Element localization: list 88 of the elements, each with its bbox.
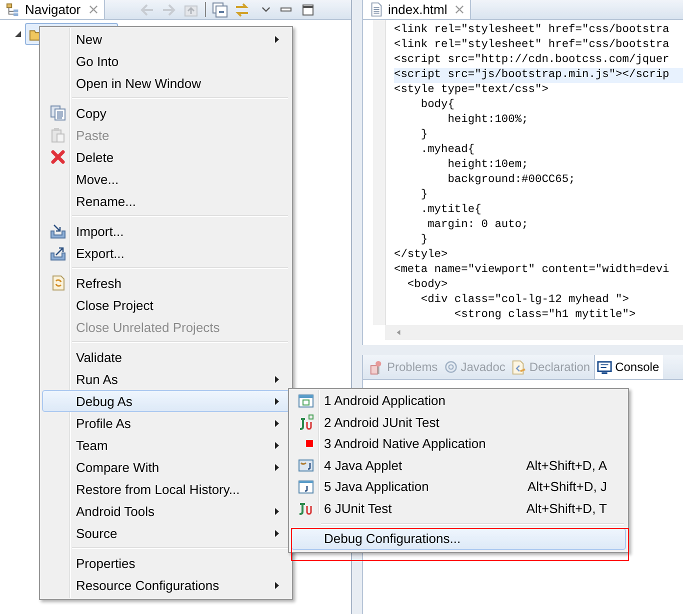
code-line: background:#00CC65; (446, 173, 576, 188)
menu-item[interactable]: Refresh (42, 272, 290, 294)
code-line: height:10em; (446, 158, 530, 173)
menu-item[interactable]: 5 Java Application Alt+Shift+D, J (291, 476, 626, 498)
shortcut-label: Alt+Shift+D, A (526, 458, 607, 473)
menu-item[interactable]: Move... (42, 168, 290, 190)
menu-item[interactable]: Run As (42, 368, 290, 390)
delete-icon (50, 149, 66, 165)
tab-label: Javadoc (460, 360, 506, 374)
code-line: <div class="col-lg-12 myhead "> (420, 293, 630, 308)
document-icon (369, 2, 384, 17)
menu-item[interactable]: Close Project (42, 294, 290, 316)
code-line: <link rel="stylesheet" href="css/bootstra (394, 38, 670, 53)
close-icon[interactable] (88, 5, 98, 14)
menu-item[interactable]: 2 Android JUnit Test (291, 412, 626, 433)
tab-label: index.html (388, 2, 448, 17)
tab-label: Problems (387, 360, 438, 374)
code-line: <style type="text/css"> (394, 83, 550, 98)
tab-label: Declaration (529, 360, 590, 374)
menu-item[interactable]: Debug Configurations... (291, 528, 626, 550)
menu-item[interactable]: Validate (42, 346, 290, 368)
view-tab[interactable]: Console (594, 355, 664, 379)
code-line: <script src="http://cdn.bootcss.com/jquer (394, 53, 670, 68)
menu-item[interactable]: 1 Android Application (291, 390, 626, 412)
menu-item[interactable]: Go Into (42, 50, 290, 72)
menu-item[interactable]: Android Tools (42, 500, 290, 522)
link-editor-icon[interactable] (234, 2, 250, 18)
menu-item[interactable]: Profile As (42, 412, 290, 434)
copy-icon (50, 105, 66, 121)
code-line: .myhead{ (420, 143, 476, 158)
junit-icon (298, 414, 314, 430)
menu-item[interactable]: 4 Java Applet Alt+Shift+D, A (291, 454, 626, 476)
declaration-icon (511, 360, 526, 374)
expand-arrow-icon[interactable] (14, 30, 22, 38)
code-line: </style> (394, 248, 449, 263)
editor-tab[interactable]: index.html (363, 0, 472, 19)
code-line: .mytitle{ (420, 203, 482, 218)
menu-item[interactable]: Source (42, 522, 290, 544)
menu-item[interactable]: Copy (42, 102, 290, 124)
horizontal-scrollbar[interactable] (385, 325, 683, 340)
code-line: body{ (420, 98, 456, 113)
menu-item[interactable]: Delete (42, 146, 290, 168)
applet-icon (298, 457, 314, 474)
code-line: margin: 0 auto; (426, 218, 530, 233)
monitor-icon (597, 360, 612, 374)
code-line: height:100%; (446, 113, 530, 128)
menu-item[interactable]: Rename... (42, 190, 290, 212)
code-line: <strong class="h1 mytitle"> (453, 308, 637, 323)
code-line: } (420, 128, 429, 143)
import-icon (50, 223, 66, 239)
clipboard-icon (50, 127, 66, 143)
menu-item[interactable]: Compare With (42, 456, 290, 478)
forward-icon[interactable] (160, 2, 177, 18)
code-line: <link rel="stylesheet" href="css/bootstra (394, 23, 670, 38)
export-icon (50, 245, 66, 261)
menu-item[interactable]: Open in New Window (42, 72, 290, 94)
menu-item[interactable]: Properties (42, 552, 290, 574)
shortcut-label: Alt+Shift+D, J (528, 479, 607, 494)
collapse-all-icon[interactable] (212, 2, 228, 18)
refresh-icon (50, 275, 66, 291)
code-line: <meta name="viewport" content="width=devi (394, 263, 670, 278)
menu-item[interactable]: 6 JUnit Test Alt+Shift+D, T (291, 498, 626, 519)
code-line: <body> (406, 278, 449, 293)
window-icon (298, 478, 314, 495)
window-icon (298, 392, 314, 409)
shortcut-label: Alt+Shift+D, T (526, 500, 607, 516)
menu-item[interactable]: Restore from Local History... (42, 478, 290, 500)
scroll-left-icon[interactable] (395, 329, 402, 336)
code-line: } (420, 233, 429, 248)
square-icon (306, 440, 312, 448)
maximize-icon[interactable] (300, 2, 316, 18)
back-icon[interactable] (138, 2, 155, 18)
junit-icon (298, 500, 314, 516)
menu-item[interactable]: New (42, 28, 290, 50)
view-tab[interactable]: Navigator (0, 0, 105, 19)
problems-icon (369, 360, 384, 374)
menu-item[interactable]: Import... (42, 220, 290, 242)
menu-item[interactable]: Resource Configurations (42, 574, 290, 596)
at-icon (444, 360, 458, 374)
code-line: } (420, 188, 429, 203)
menu-item[interactable]: Export... (42, 242, 290, 264)
menu-item[interactable]: 3 Android Native Application (291, 433, 626, 454)
tab-label: Console (615, 360, 660, 374)
tab-label: Navigator (25, 2, 81, 17)
close-icon[interactable] (455, 5, 464, 14)
menu-item[interactable]: Team (42, 434, 290, 456)
menu-item[interactable]: Debug As (42, 390, 290, 412)
tree-icon (6, 2, 21, 17)
